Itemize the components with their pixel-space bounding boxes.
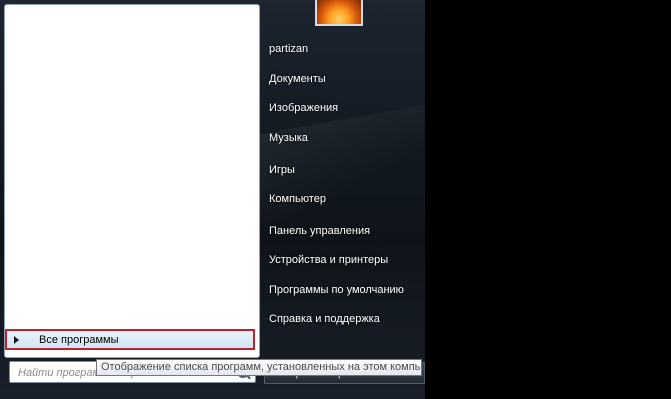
- right-item-documents[interactable]: Документы: [264, 68, 424, 90]
- right-item-devices-printers[interactable]: Устройства и принтеры: [264, 249, 424, 271]
- right-item-music[interactable]: Музыка: [264, 127, 424, 149]
- all-programs-tooltip: Отображение списка программ, установленн…: [96, 359, 422, 376]
- arrow-right-icon: [14, 336, 19, 344]
- all-programs-button[interactable]: Все программы: [5, 329, 255, 350]
- user-picture[interactable]: [315, 0, 363, 26]
- start-menu: Все программы partizan Документы Изображ…: [0, 0, 425, 399]
- right-item-computer[interactable]: Компьютер: [264, 188, 424, 210]
- all-programs-label: Все программы: [39, 334, 119, 346]
- right-item-user[interactable]: partizan: [264, 38, 424, 60]
- right-item-games[interactable]: Игры: [264, 159, 424, 181]
- right-item-default-programs[interactable]: Программы по умолчанию: [264, 279, 424, 301]
- programs-pane: [4, 4, 260, 358]
- right-item-help-support[interactable]: Справка и поддержка: [264, 308, 424, 330]
- right-item-pictures[interactable]: Изображения: [264, 97, 424, 119]
- right-item-control-panel[interactable]: Панель управления: [264, 220, 424, 242]
